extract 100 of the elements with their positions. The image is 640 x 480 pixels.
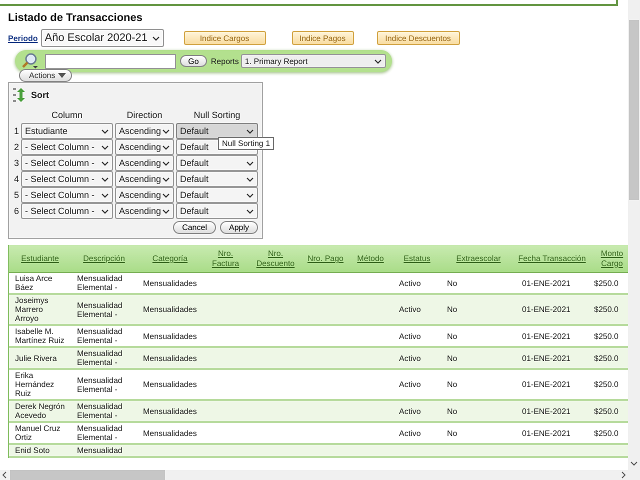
table-cell: Activo — [399, 278, 421, 288]
table-cell: Mensualidades — [143, 278, 197, 288]
table-cell: $250.0 — [594, 406, 618, 416]
caret-icon — [101, 160, 109, 166]
period-select[interactable]: Año Escolar 2020-21 — [40, 29, 164, 47]
row-number: 2 — [12, 141, 19, 154]
table-cell: 01-ENE-2021 — [522, 305, 570, 314]
table-cell: Joseimys Marrero Arroyo — [15, 296, 48, 323]
caret-icon — [162, 176, 170, 182]
caret-icon — [101, 128, 109, 134]
table-cell: Mensualidades — [143, 406, 197, 416]
table-cell: 01-ENE-2021 — [522, 354, 570, 362]
horizontal-scrollbar[interactable] — [0, 470, 628, 480]
direction-select[interactable]: Ascending — [115, 155, 174, 171]
table-cell: Activo — [399, 428, 421, 438]
table-cell: $250.0 — [594, 305, 618, 314]
table-cell: Mensualidad Elemental - — [77, 274, 122, 292]
actions-button[interactable]: Actions — [19, 69, 72, 82]
row-number: 4 — [12, 173, 19, 186]
table-cell: Mensualidad Elemental - — [77, 300, 122, 318]
column-header: Null Sorting — [192, 110, 242, 120]
cancel-button[interactable]: Cancel — [173, 221, 216, 234]
table-cell: Mensualidades — [143, 332, 197, 340]
table-cell: No — [447, 354, 458, 362]
column-header[interactable]: Categoría — [152, 254, 188, 264]
caret-icon — [246, 192, 254, 198]
direction-select[interactable]: Ascending — [115, 123, 174, 139]
table-cell: Mensualidad Elemental - — [77, 402, 122, 420]
table-cell: Activo — [399, 305, 421, 314]
null-sorting-select[interactable]: Default — [176, 155, 258, 171]
table-cell: Mensualidad Elemental - — [77, 424, 122, 442]
table-cell: No — [447, 380, 458, 389]
column-select[interactable]: - Select Column - — [21, 139, 113, 155]
vertical-scrollbar[interactable] — [628, 0, 640, 480]
direction-select[interactable]: Ascending — [115, 203, 174, 219]
scroll-down-icon[interactable] — [629, 460, 639, 468]
row-number: 6 — [12, 205, 19, 218]
table-cell: $250.0 — [594, 428, 618, 438]
table-cell: Mensualidad Elemental - — [77, 327, 122, 345]
caret-icon — [246, 128, 254, 134]
table-cell: Activo — [399, 354, 421, 362]
column-select[interactable]: - Select Column - — [21, 155, 113, 171]
column-header: Column — [50, 110, 84, 120]
direction-select[interactable]: Ascending — [115, 187, 174, 203]
table-cell: Mensualidades — [143, 428, 197, 438]
table-cell: 01-ENE-2021 — [522, 278, 570, 288]
row-number: 1 — [12, 125, 19, 138]
table-cell: Julie Rivera — [15, 354, 57, 362]
column-select[interactable]: - Select Column - — [21, 171, 113, 187]
reports-label: Reports — [210, 56, 239, 66]
table-cell: 01-ENE-2021 — [522, 332, 570, 340]
table-cell: $250.0 — [594, 278, 618, 288]
apply-button[interactable]: Apply — [220, 221, 258, 234]
index-button[interactable]: Indice Pagos — [292, 31, 354, 45]
table-cell: No — [447, 278, 458, 288]
table-cell: Enid Soto — [15, 446, 50, 455]
caret-icon — [162, 144, 170, 150]
direction-select[interactable]: Ascending — [115, 171, 174, 187]
caret-icon — [101, 192, 109, 198]
search-field[interactable] — [44, 54, 176, 68]
table-cell: $250.0 — [594, 354, 618, 362]
null-sorting-select[interactable]: Default — [176, 171, 258, 187]
table-cell: No — [447, 305, 458, 314]
table-cell: Luisa Arce Báez — [15, 274, 52, 292]
index-button[interactable]: Indice Descuentos — [376, 31, 460, 45]
direction-select[interactable]: Ascending — [115, 139, 174, 155]
index-button[interactable]: Indice Cargos — [184, 31, 266, 45]
caret-icon — [162, 128, 170, 134]
table-cell: $250.0 — [594, 332, 618, 340]
table-cell: Mensualidad — [77, 446, 122, 455]
table-cell: Mensualidades — [143, 305, 197, 314]
table-cell: Mensualidades — [143, 380, 197, 389]
column-select[interactable]: Estudiante — [21, 123, 113, 139]
table-cell: Manuel Cruz Ortiz — [15, 424, 60, 442]
table-cell: Derek Negrón Acevedo — [15, 402, 65, 420]
null-sorting-select[interactable]: Default — [176, 187, 258, 203]
page-title: Listado de Transacciones — [8, 12, 144, 26]
caret-icon — [162, 160, 170, 166]
column-select[interactable]: - Select Column - — [21, 187, 113, 203]
caret-icon — [374, 58, 382, 64]
table-cell: 01-ENE-2021 — [522, 428, 570, 438]
table-cell: Activo — [399, 406, 421, 416]
period-link[interactable]: Periodo — [8, 34, 38, 42]
table-cell: No — [447, 428, 458, 438]
row-number: 3 — [12, 157, 19, 170]
caret-icon — [162, 208, 170, 214]
row-number: 5 — [12, 189, 19, 202]
go-button[interactable]: Go — [180, 55, 207, 67]
search-icon[interactable] — [21, 52, 39, 70]
report-select[interactable]: 1. Primary Report — [240, 54, 386, 68]
caret-icon — [246, 160, 254, 166]
caret-icon — [152, 36, 160, 40]
null-sorting-select[interactable]: Default — [176, 203, 258, 219]
table-cell: No — [447, 332, 458, 340]
caret-icon — [101, 144, 109, 150]
caret-icon — [101, 208, 109, 214]
sort-icon — [12, 87, 26, 103]
column-select[interactable]: - Select Column - — [21, 203, 113, 219]
sort-title: Sort — [31, 90, 49, 100]
null-sorting-select[interactable]: Default — [176, 123, 258, 139]
